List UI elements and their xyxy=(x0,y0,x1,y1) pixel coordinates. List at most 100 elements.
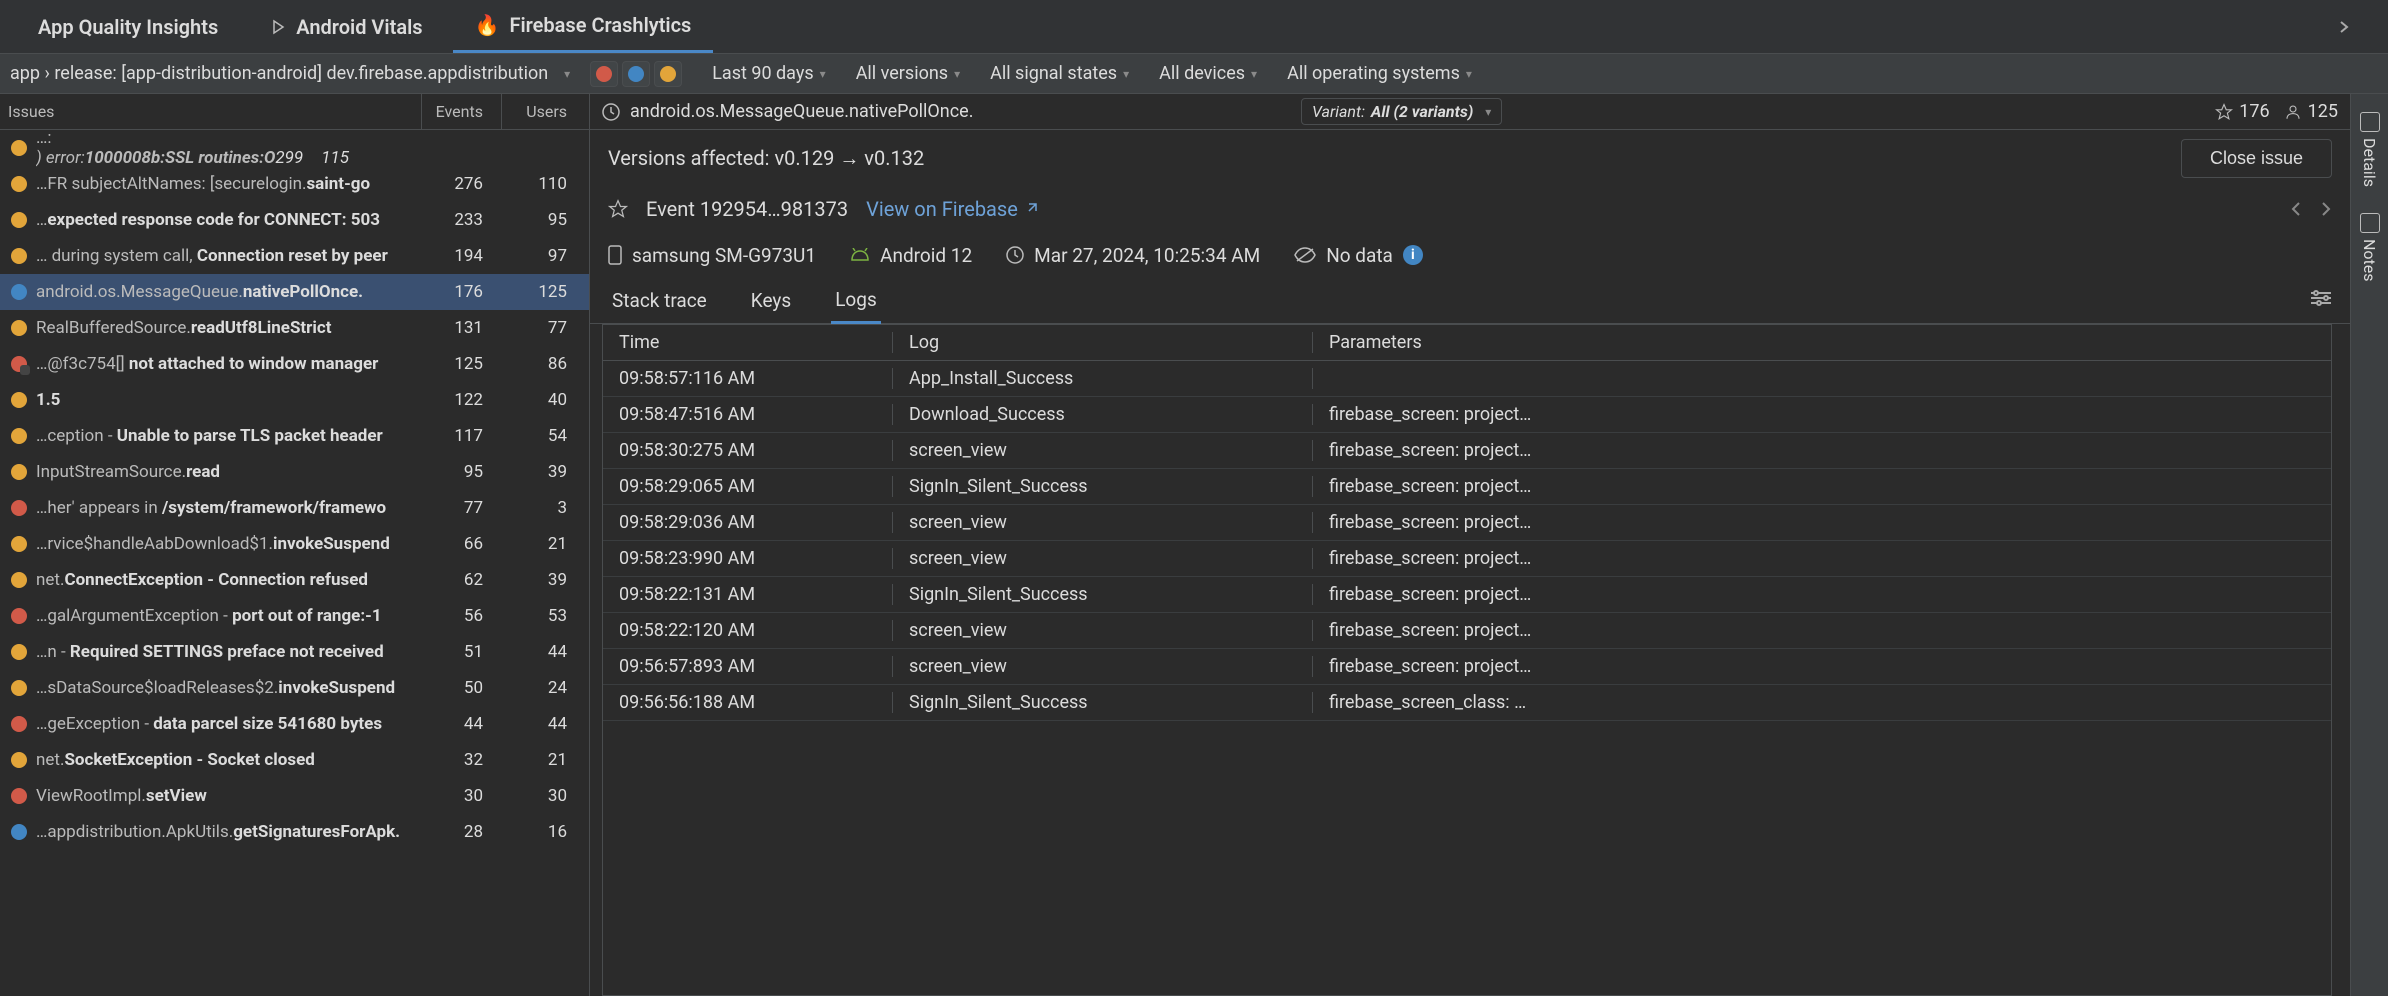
filter-signals-label: All signal states xyxy=(990,63,1117,84)
details-icon xyxy=(2360,112,2380,132)
variant-value: All (2 variants) xyxy=(1371,102,1473,121)
log-time: 09:58:57:116 AM xyxy=(603,368,893,389)
issue-row[interactable]: …appdistribution.ApkUtils.getSignaturesF… xyxy=(0,814,589,850)
subtab-stack[interactable]: Stack trace xyxy=(608,279,711,322)
star-icon xyxy=(2215,103,2233,121)
device-meta: samsung SM-G973U1 xyxy=(608,244,816,267)
issue-title: …galArgumentException - port out of rang… xyxy=(36,606,421,626)
log-params: firebase_screen: project… xyxy=(1313,404,2331,425)
issue-title: RealBufferedSource.readUtf8LineStrict xyxy=(36,318,421,338)
log-time: 09:58:22:131 AM xyxy=(603,584,893,605)
log-row[interactable]: 09:58:57:116 AMApp_Install_Success xyxy=(603,361,2331,397)
filter-time[interactable]: Last 90 days▾ xyxy=(702,63,835,84)
issue-row[interactable]: …n - Required SETTINGS preface not recei… xyxy=(0,634,589,670)
tab-quality[interactable]: App Quality Insights xyxy=(16,0,240,53)
view-on-firebase-link[interactable]: View on Firebase xyxy=(866,197,1038,221)
log-row[interactable]: 09:56:57:893 AMscreen_viewfirebase_scree… xyxy=(603,649,2331,685)
close-issue-button[interactable]: Close issue xyxy=(2181,139,2332,178)
chevron-down-icon[interactable]: ▾ xyxy=(564,67,570,81)
issue-row[interactable]: …ception - Unable to parse TLS packet he… xyxy=(0,418,589,454)
issue-row[interactable]: …sDataSource$loadReleases$2.invokeSuspen… xyxy=(0,670,589,706)
play-icon xyxy=(270,19,286,35)
log-time: 09:56:56:188 AM xyxy=(603,692,893,713)
severity-icon xyxy=(8,392,30,408)
filter-versions[interactable]: All versions▾ xyxy=(846,63,970,84)
issue-users: 97 xyxy=(501,246,581,266)
issue-row[interactable]: 1.512240 xyxy=(0,382,589,418)
col-events[interactable]: Events xyxy=(421,94,501,129)
log-row[interactable]: 09:58:29:065 AMSignIn_Silent_Successfire… xyxy=(603,469,2331,505)
log-row[interactable]: 09:58:22:131 AMSignIn_Silent_Successfire… xyxy=(603,577,2331,613)
issue-row[interactable]: ViewRootImpl.setView3030 xyxy=(0,778,589,814)
log-params: firebase_screen_class: … xyxy=(1313,692,2331,713)
settings-icon[interactable] xyxy=(2310,289,2332,312)
user-icon xyxy=(2284,103,2302,121)
col-users[interactable]: Users xyxy=(501,94,581,129)
variant-selector[interactable]: Variant: All (2 variants) ▾ xyxy=(1301,98,1502,125)
filter-os[interactable]: All operating systems▾ xyxy=(1277,63,1482,84)
issue-row[interactable]: InputStreamSource.read9539 xyxy=(0,454,589,490)
issue-users: 53 xyxy=(501,606,581,626)
log-row[interactable]: 09:58:30:275 AMscreen_viewfirebase_scree… xyxy=(603,433,2331,469)
col-log[interactable]: Log xyxy=(893,332,1313,353)
subtab-logs[interactable]: Logs xyxy=(831,278,881,324)
issue-row[interactable]: …expected response code for CONNECT: 503… xyxy=(0,202,589,238)
issue-row[interactable]: …her' appears in /system/framework/frame… xyxy=(0,490,589,526)
issue-row[interactable]: RealBufferedSource.readUtf8LineStrict131… xyxy=(0,310,589,346)
issue-row[interactable]: …@f3c754[] not attached to window manage… xyxy=(0,346,589,382)
issue-row[interactable]: net.ConnectException - Connection refuse… xyxy=(0,562,589,598)
fire-icon: 🔥 xyxy=(475,13,500,37)
issue-row[interactable]: …FR subjectAltNames: [securelogin.saint-… xyxy=(0,166,589,202)
filter-devices[interactable]: All devices▾ xyxy=(1149,63,1267,84)
log-time: 09:58:23:990 AM xyxy=(603,548,893,569)
next-event-button[interactable] xyxy=(2320,197,2332,221)
event-meta-row: samsung SM-G973U1 Android 12 Mar 27, 202… xyxy=(590,232,2350,278)
issue-events: 122 xyxy=(421,390,501,410)
severity-warn-toggle[interactable] xyxy=(654,61,682,87)
tab-vitals-label: Android Vitals xyxy=(296,15,422,39)
breadcrumb[interactable]: app › release: [app-distribution-android… xyxy=(10,63,548,84)
issues-header: Issues Events Users xyxy=(0,94,589,130)
issue-users: 39 xyxy=(501,570,581,590)
issue-events: 131 xyxy=(421,318,501,338)
info-icon[interactable]: i xyxy=(1403,245,1423,265)
severity-info-toggle[interactable] xyxy=(622,61,650,87)
log-row[interactable]: 09:56:56:188 AMSignIn_Silent_Successfire… xyxy=(603,685,2331,721)
issue-users: 77 xyxy=(501,318,581,338)
col-params[interactable]: Parameters xyxy=(1313,332,2331,353)
rail-notes[interactable]: Notes xyxy=(2360,205,2380,290)
time-meta: Mar 27, 2024, 10:25:34 AM xyxy=(1006,244,1260,267)
nodata-label: No data xyxy=(1326,244,1393,267)
prev-event-button[interactable] xyxy=(2290,197,2302,221)
log-event: screen_view xyxy=(893,620,1313,641)
issue-row[interactable]: …geException - data parcel size 541680 b… xyxy=(0,706,589,742)
external-link-icon xyxy=(1024,202,1038,216)
issue-row[interactable]: android.os.MessageQueue.nativePollOnce.1… xyxy=(0,274,589,310)
issue-row[interactable]: … during system call, Connection reset b… xyxy=(0,238,589,274)
rail-details[interactable]: Details xyxy=(2360,104,2380,195)
issue-users: 95 xyxy=(501,210,581,230)
issue-row[interactable]: …rvice$handleAabDownload$1.invokeSuspend… xyxy=(0,526,589,562)
col-time[interactable]: Time xyxy=(603,332,893,353)
log-row[interactable]: 09:58:23:990 AMscreen_viewfirebase_scree… xyxy=(603,541,2331,577)
events-count: 176 xyxy=(2239,101,2269,122)
os-meta: Android 12 xyxy=(850,244,972,267)
issue-row[interactable]: …:) error:1000008b:SSL routines:O299115 xyxy=(0,130,589,166)
event-row: Event 192954…981373 View on Firebase xyxy=(590,186,2350,232)
severity-error-toggle[interactable] xyxy=(590,61,618,87)
log-row[interactable]: 09:58:29:036 AMscreen_viewfirebase_scree… xyxy=(603,505,2331,541)
nodata-meta: No data i xyxy=(1294,244,1423,267)
filter-signals[interactable]: All signal states▾ xyxy=(980,63,1139,84)
issue-title: …FR subjectAltNames: [securelogin.saint-… xyxy=(36,174,421,194)
issue-row[interactable]: …galArgumentException - port out of rang… xyxy=(0,598,589,634)
subtab-keys[interactable]: Keys xyxy=(747,279,795,322)
issue-events: 125 xyxy=(421,354,501,374)
tab-crashlytics[interactable]: 🔥 Firebase Crashlytics xyxy=(453,0,714,53)
issue-row[interactable]: net.SocketException - Socket closed3221 xyxy=(0,742,589,778)
issue-users: 16 xyxy=(501,822,581,842)
log-row[interactable]: 09:58:22:120 AMscreen_viewfirebase_scree… xyxy=(603,613,2331,649)
chevron-right-icon[interactable] xyxy=(2324,21,2364,33)
tab-vitals[interactable]: Android Vitals xyxy=(248,0,444,53)
issue-events: 62 xyxy=(421,570,501,590)
log-row[interactable]: 09:58:47:516 AMDownload_Successfirebase_… xyxy=(603,397,2331,433)
